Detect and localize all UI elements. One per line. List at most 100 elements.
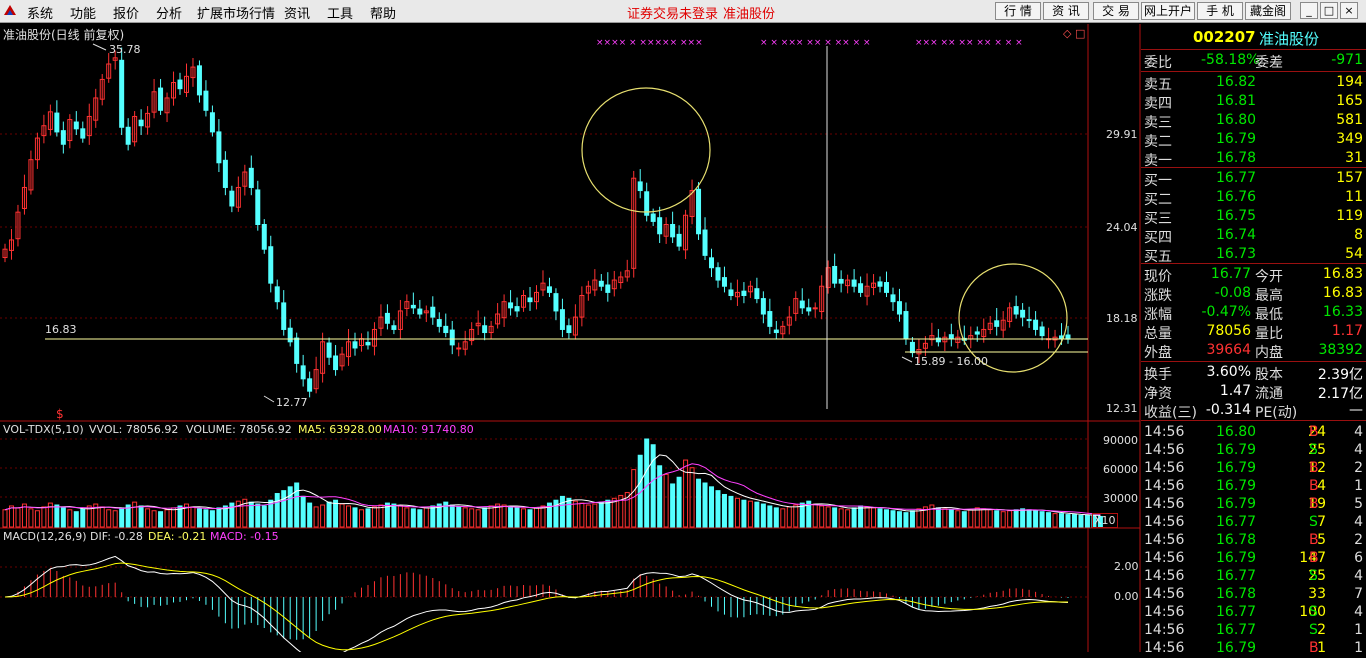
candle-body bbox=[546, 286, 552, 293]
menu-item-help[interactable]: 帮助 bbox=[370, 3, 396, 22]
volume-bar bbox=[845, 509, 851, 528]
tick-time: 14:56 bbox=[1144, 640, 1185, 656]
candle-body bbox=[553, 293, 559, 312]
volume-bar bbox=[378, 504, 384, 528]
range-pointer bbox=[901, 356, 913, 363]
level-volume: 54 bbox=[1345, 246, 1363, 262]
candle-body bbox=[702, 229, 708, 256]
macd-indicator-name: MACD(12,26,9) bbox=[3, 530, 87, 543]
volume-bar bbox=[987, 509, 993, 528]
volume-bar bbox=[8, 505, 14, 528]
quote-tab-button[interactable]: 行 情 bbox=[995, 2, 1041, 20]
tick-row: 14:56 16.79 4 B 1 bbox=[1141, 478, 1366, 496]
menubar-stock-name: 准油股份 bbox=[723, 7, 776, 22]
candle-body bbox=[948, 334, 954, 340]
trade-tab-button[interactable]: 交 易 bbox=[1093, 2, 1139, 20]
vvol-value: VVOL: 78056.92 bbox=[89, 423, 179, 436]
volume-bar bbox=[151, 510, 157, 528]
candle-body bbox=[605, 284, 611, 293]
chart-toolbar-symbols[interactable]: ◇ □ bbox=[1063, 27, 1085, 40]
stat-value: 16.33 bbox=[1322, 304, 1363, 320]
candle-body bbox=[261, 224, 267, 250]
stock-chart[interactable]: $ ×××× × ××××× ××× × × ××× ×× × ×× × × ×… bbox=[0, 24, 1141, 652]
candle-body bbox=[806, 307, 812, 312]
tick-count: 4 bbox=[1354, 514, 1363, 530]
level-volume: 31 bbox=[1345, 150, 1363, 166]
tick-row: 14:56 16.80 24 B 4 bbox=[1141, 424, 1366, 442]
tick-side: B bbox=[1309, 640, 1319, 656]
tick-row: 14:56 16.79 25 S 4 bbox=[1141, 442, 1366, 460]
volume-bars bbox=[2, 438, 1103, 528]
stat-value: 78056 bbox=[1206, 323, 1251, 339]
login-notice: 证券交易未登录 bbox=[627, 7, 719, 22]
news-tab-button[interactable]: 资 讯 bbox=[1043, 2, 1089, 20]
tick-volume: 7 bbox=[1317, 514, 1326, 530]
candle-body bbox=[974, 331, 980, 335]
restore-button[interactable]: □ bbox=[1320, 2, 1338, 19]
stat-row: 涨跌 -0.08 最高 16.83 bbox=[1141, 285, 1366, 304]
volume-bar bbox=[994, 510, 1000, 528]
candle-body bbox=[443, 325, 449, 334]
menu-item-news[interactable]: 资讯 bbox=[284, 3, 310, 22]
close-button[interactable]: × bbox=[1340, 2, 1358, 19]
tick-row: 14:56 16.78 5 B 2 bbox=[1141, 532, 1366, 550]
volume-axis-tick: 90000 bbox=[1103, 434, 1138, 447]
candle-body bbox=[196, 65, 202, 96]
menu-item-tools[interactable]: 工具 bbox=[327, 3, 353, 22]
volume-bar bbox=[871, 507, 877, 528]
volume-bar bbox=[553, 499, 559, 528]
stat-row: 现价 16.77 今开 16.83 bbox=[1141, 266, 1366, 285]
volume-bar bbox=[67, 509, 73, 528]
candle-body bbox=[333, 355, 339, 371]
volume-bar bbox=[80, 508, 86, 528]
volume-bar bbox=[851, 507, 857, 528]
volume-bar bbox=[715, 490, 721, 528]
level-volume: 119 bbox=[1336, 208, 1363, 224]
level-price: 16.79 bbox=[1216, 131, 1257, 147]
candle-body bbox=[812, 307, 818, 310]
bid-level-row: 买五 16.73 54 bbox=[1141, 246, 1366, 265]
level-price: 16.80 bbox=[1216, 112, 1257, 128]
menu-item-analysis[interactable]: 分析 bbox=[156, 3, 182, 22]
cangjinge-button[interactable]: 藏金阁 bbox=[1245, 2, 1291, 20]
online-account-button[interactable]: 网上开户 bbox=[1141, 2, 1195, 20]
volume-bar bbox=[261, 505, 267, 528]
volume-bar bbox=[754, 501, 760, 528]
menu-item-function[interactable]: 功能 bbox=[70, 3, 96, 22]
menu-item-quote[interactable]: 报价 bbox=[113, 3, 139, 22]
price-axis-tick: 29.91 bbox=[1106, 128, 1138, 141]
volume-bar bbox=[935, 507, 941, 528]
menu-item-system[interactable]: 系统 bbox=[27, 3, 53, 22]
ask-level-row: 卖五 16.82 194 bbox=[1141, 74, 1366, 93]
volume-bar bbox=[1046, 512, 1052, 528]
tick-time: 14:56 bbox=[1144, 496, 1185, 512]
volume-bar bbox=[728, 495, 734, 528]
volume-bar bbox=[371, 506, 377, 528]
low-price-label: 12.77 bbox=[276, 396, 308, 409]
level-volume: 165 bbox=[1336, 93, 1363, 109]
tick-row: 14:56 16.79 1 B 1 bbox=[1141, 640, 1366, 658]
volume-bar bbox=[981, 508, 987, 528]
tick-count: 1 bbox=[1354, 640, 1363, 656]
volume-bar bbox=[585, 504, 591, 528]
volume-bar bbox=[417, 509, 423, 528]
fund-label: PE(动) bbox=[1255, 405, 1298, 421]
stat-label: 最高 bbox=[1255, 288, 1283, 304]
volume-bar bbox=[106, 509, 112, 528]
minimize-button[interactable]: _ bbox=[1300, 2, 1318, 19]
volume-bar bbox=[916, 508, 922, 528]
level-label: 卖二 bbox=[1144, 134, 1172, 150]
candle-body bbox=[365, 341, 371, 346]
volume-ma-lines bbox=[4, 454, 1101, 517]
mobile-button[interactable]: 手 机 bbox=[1197, 2, 1243, 20]
volume-bar bbox=[961, 511, 967, 528]
chart-title: 准油股份(日线 前复权) bbox=[3, 28, 125, 42]
candle-body bbox=[715, 267, 721, 281]
volume-bar bbox=[255, 503, 261, 528]
menu-item-extended-market[interactable]: 扩展市场行情 bbox=[197, 3, 275, 22]
volume-bar bbox=[352, 507, 358, 528]
webi-label: 委比 bbox=[1144, 55, 1172, 71]
tick-price: 16.77 bbox=[1216, 604, 1257, 620]
tick-time: 14:56 bbox=[1144, 460, 1185, 476]
volume-ma10-value: MA10: 91740.80 bbox=[383, 423, 474, 436]
